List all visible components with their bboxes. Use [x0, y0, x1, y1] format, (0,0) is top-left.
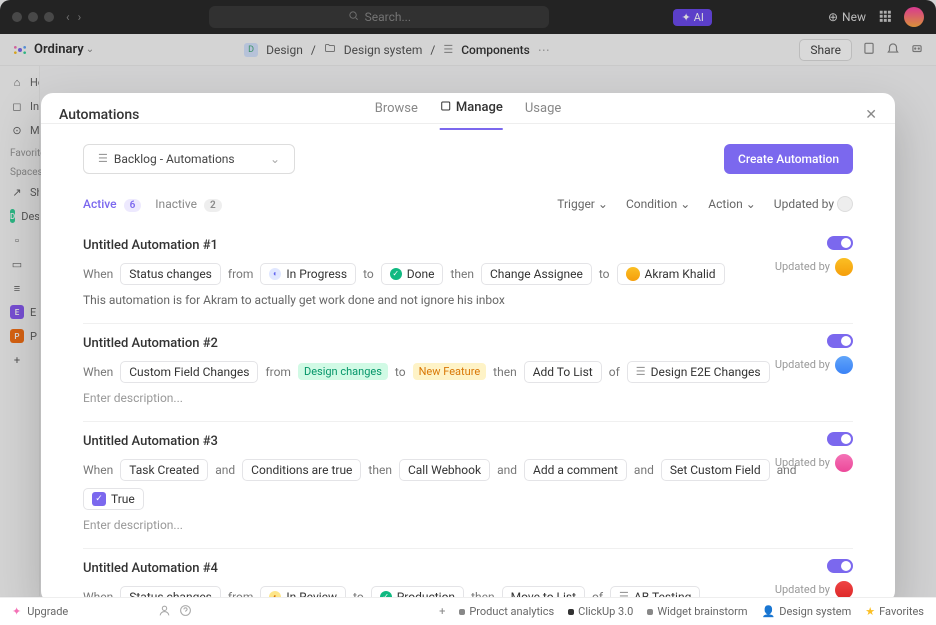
footer-item[interactable]: Widget brainstorm: [647, 605, 747, 618]
chevron-down-icon: ⌄: [270, 152, 280, 166]
updated-by: Updated by: [775, 581, 853, 599]
tab-browse[interactable]: Browse: [375, 100, 418, 130]
action-chip: Call Webhook: [399, 459, 490, 481]
manage-icon: [440, 100, 452, 116]
automation-row[interactable]: Untitled Automation #4 When Status chang…: [83, 549, 853, 603]
toggle-enabled[interactable]: [827, 559, 853, 573]
plus-icon[interactable]: +: [439, 605, 445, 618]
user-avatar-icon: [835, 356, 853, 374]
condition-chip: Conditions are true: [242, 459, 361, 481]
chevron-down-icon: ⌄: [598, 197, 608, 211]
automation-flow: When Status changes from ◐In Progress to…: [83, 263, 853, 285]
trigger-chip: Custom Field Changes: [120, 361, 258, 383]
chevron-down-icon: ⌄: [680, 197, 690, 211]
action-chip: Change Assignee: [481, 263, 592, 285]
automation-description[interactable]: Enter description...: [83, 391, 853, 405]
action-chip: Set Custom Field: [661, 459, 770, 481]
chevron-down-icon: ⌄: [746, 197, 756, 211]
modal-title: Automations: [59, 107, 139, 123]
filter-updated-by[interactable]: Updated by: [774, 196, 853, 212]
target-chip: ✓True: [83, 488, 144, 510]
automation-flow: When Task Created and Conditions are tru…: [83, 459, 853, 510]
automation-title: Untitled Automation #2: [83, 336, 853, 351]
star-icon: ★: [865, 605, 875, 618]
from-chip: ◐In Progress: [260, 263, 356, 285]
automation-description[interactable]: Enter description...: [83, 518, 853, 532]
filters-row: Active 6 Inactive 2 Trigger ⌄ Condition …: [83, 196, 853, 212]
modal-body: ☰ Backlog - Automations ⌄ Create Automat…: [41, 124, 895, 603]
assignee-chip: Akram Khalid: [617, 263, 725, 285]
checkbox-icon: ✓: [92, 492, 106, 506]
modal-overlay: Automations Browse Manage Usage ✕ ☰ Back…: [0, 0, 936, 625]
automations-modal: Automations Browse Manage Usage ✕ ☰ Back…: [41, 93, 895, 603]
footer: ✦ Upgrade + Product analytics ClickUp 3.…: [0, 597, 936, 625]
automation-title: Untitled Automation #3: [83, 434, 853, 449]
automation-description: This automation is for Akram to actually…: [83, 293, 853, 307]
doc-icon: [568, 609, 574, 615]
trigger-chip: Status changes: [120, 263, 221, 285]
action-chip: Add a comment: [524, 459, 627, 481]
list-selector[interactable]: ☰ Backlog - Automations ⌄: [83, 144, 295, 174]
help-icon[interactable]: [179, 604, 192, 620]
automation-row[interactable]: Untitled Automation #1 When Status chang…: [83, 226, 853, 324]
create-automation-button[interactable]: Create Automation: [724, 144, 853, 174]
automation-title: Untitled Automation #4: [83, 561, 853, 576]
upgrade-button[interactable]: ✦ Upgrade: [12, 605, 68, 618]
doc-icon: [459, 609, 465, 615]
person-icon: 👤: [762, 605, 776, 618]
filter-active[interactable]: Active 6: [83, 197, 141, 211]
user-avatar-icon: [835, 258, 853, 276]
automation-flow: When Custom Field Changes from Design ch…: [83, 361, 853, 383]
doc-icon: [647, 609, 653, 615]
action-chip: Add To List: [524, 361, 602, 383]
updated-by: Updated by: [775, 454, 853, 472]
list-icon: ☰: [636, 365, 646, 378]
updated-by: Updated by: [775, 258, 853, 276]
filter-condition[interactable]: Condition ⌄: [626, 197, 690, 211]
from-tag: Design changes: [298, 363, 388, 380]
user-avatar-icon: [835, 454, 853, 472]
filter-trigger[interactable]: Trigger ⌄: [557, 197, 608, 211]
footer-item[interactable]: 👤Design system: [762, 605, 852, 618]
footer-item[interactable]: Product analytics: [459, 605, 554, 618]
modal-header: Automations Browse Manage Usage ✕: [41, 93, 895, 123]
updated-by: Updated by: [775, 356, 853, 374]
user-avatar-icon: [835, 581, 853, 599]
target-chip: ☰Design E2E Changes: [627, 361, 770, 383]
toggle-enabled[interactable]: [827, 432, 853, 446]
tab-usage[interactable]: Usage: [525, 100, 561, 130]
status-dot-icon: ◐: [269, 268, 281, 280]
to-tag: New Feature: [413, 363, 487, 380]
footer-favorites[interactable]: ★Favorites: [865, 605, 924, 618]
filter-inactive[interactable]: Inactive 2: [155, 197, 221, 211]
to-chip: ✓Done: [381, 263, 444, 285]
toggle-enabled[interactable]: [827, 334, 853, 348]
toggle-enabled[interactable]: [827, 236, 853, 250]
user-icon[interactable]: [158, 604, 171, 620]
user-avatar-icon: [626, 267, 640, 281]
automation-row[interactable]: Untitled Automation #3 When Task Created…: [83, 422, 853, 549]
filter-action[interactable]: Action ⌄: [708, 197, 756, 211]
sparkle-icon: ✦: [12, 605, 21, 618]
check-dot-icon: ✓: [390, 268, 402, 280]
close-button[interactable]: ✕: [865, 107, 877, 123]
footer-item[interactable]: ClickUp 3.0: [568, 605, 633, 618]
automation-title: Untitled Automation #1: [83, 238, 853, 253]
automation-row[interactable]: Untitled Automation #2 When Custom Field…: [83, 324, 853, 422]
list-icon: ☰: [98, 152, 108, 165]
modal-tabs: Browse Manage Usage: [375, 100, 562, 130]
avatar-placeholder-icon: [837, 196, 853, 212]
trigger-chip: Task Created: [120, 459, 208, 481]
tab-manage[interactable]: Manage: [440, 100, 503, 130]
